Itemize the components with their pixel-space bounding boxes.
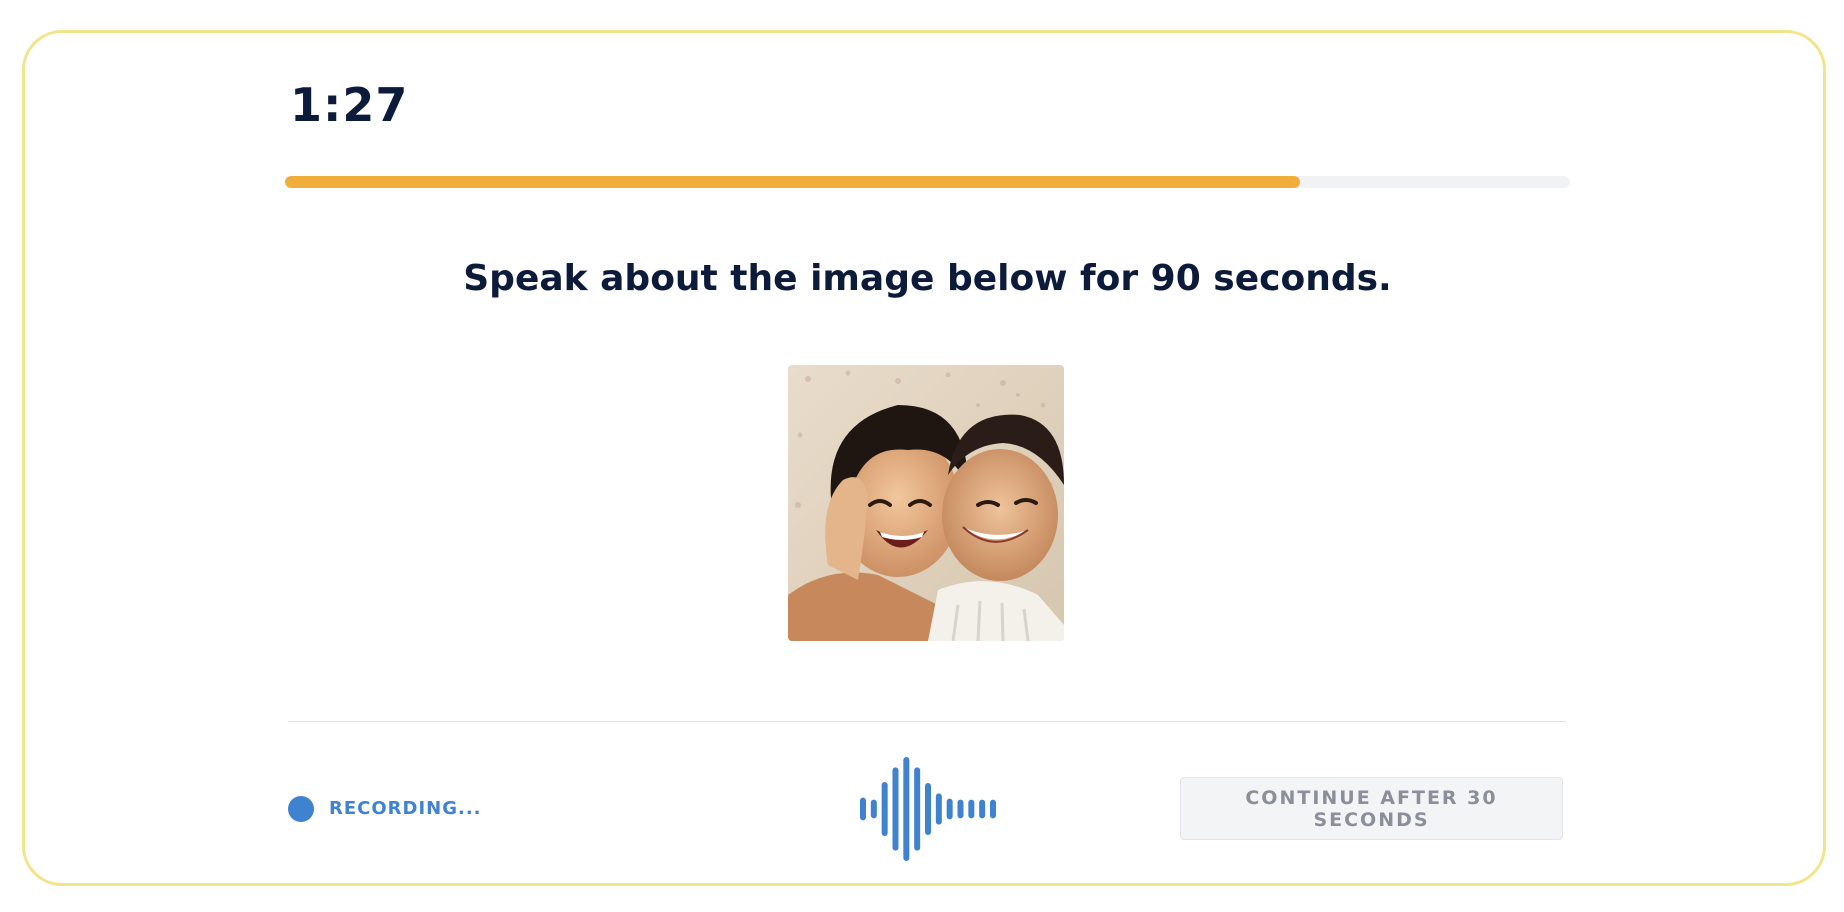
- waveform-icon: [860, 757, 996, 861]
- recording-indicator-icon: [288, 796, 314, 822]
- task-prompt: Speak about the image below for 90 secon…: [463, 258, 1392, 299]
- waveform-bar: [946, 798, 953, 820]
- waveform-bar: [925, 783, 931, 835]
- progress-bar-fill: [285, 176, 1301, 188]
- waveform-bar: [990, 799, 996, 819]
- waveform-bar: [914, 767, 921, 851]
- waveform-bar: [957, 799, 964, 819]
- progress-bar: [285, 176, 1570, 188]
- continue-button[interactable]: CONTINUE AFTER 30 SECONDS: [1180, 777, 1563, 840]
- countdown-timer: 1:27: [290, 78, 409, 132]
- recording-status: RECORDING...: [329, 798, 482, 819]
- waveform-bar: [968, 799, 975, 819]
- divider: [288, 721, 1566, 722]
- waveform-bar: [860, 797, 866, 821]
- waveform-bar: [892, 767, 899, 851]
- waveform-bar: [903, 757, 910, 861]
- waveform-bar: [935, 793, 942, 825]
- waveform-bar: [870, 799, 877, 819]
- prompt-image: [788, 365, 1064, 641]
- waveform-bar: [881, 781, 888, 837]
- waveform-bar: [979, 799, 986, 819]
